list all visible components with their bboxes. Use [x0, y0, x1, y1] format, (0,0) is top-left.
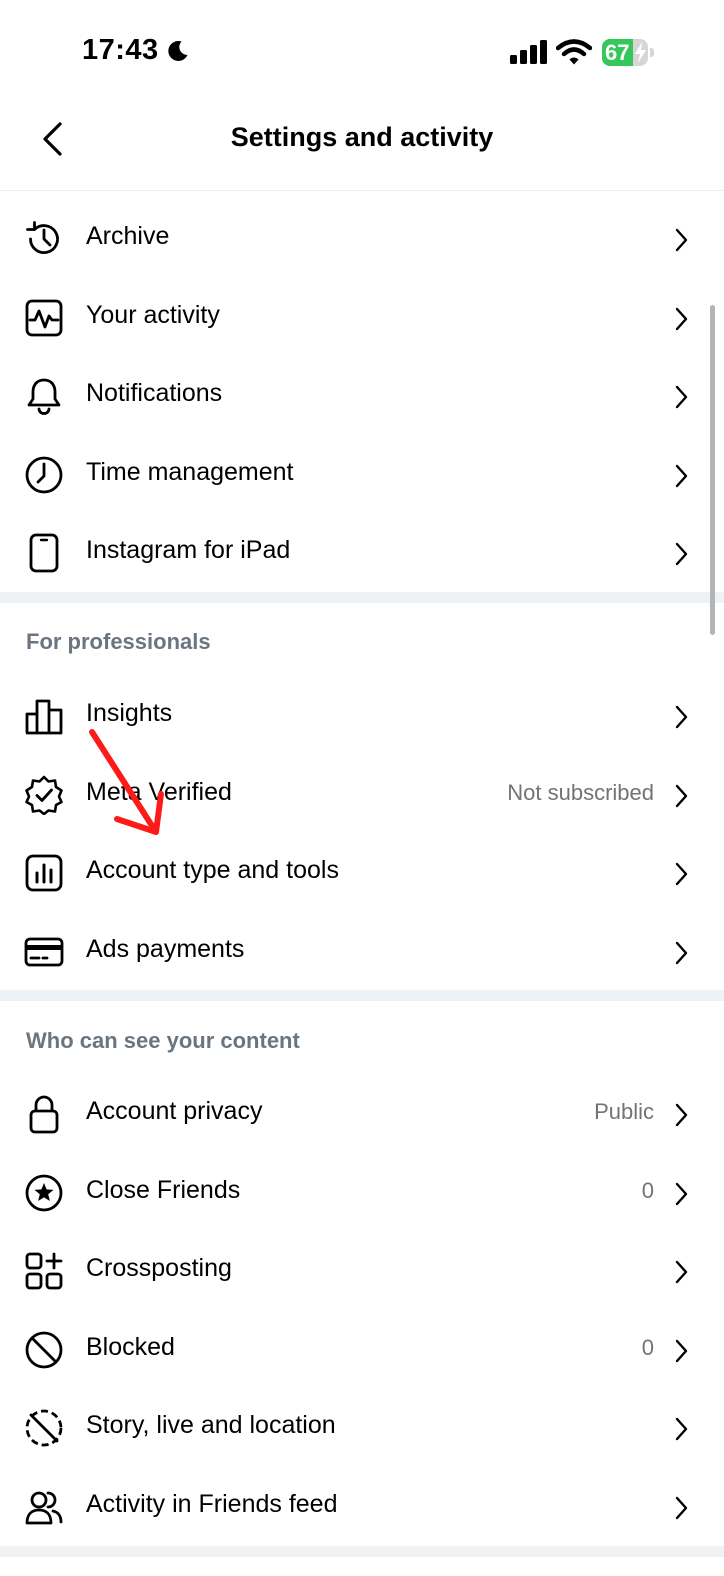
- bell-icon: [27, 378, 61, 416]
- chevron-right-icon: [675, 543, 688, 566]
- cellular-signal-icon: [510, 40, 547, 64]
- section-separator: [0, 990, 724, 1001]
- charging-bolt-icon: [635, 42, 646, 63]
- row-value: Public: [594, 1099, 654, 1124]
- your-activity-row[interactable]: Your activity: [0, 278, 724, 357]
- chevron-right-icon: [675, 228, 688, 252]
- chevron-right-icon: [675, 1260, 688, 1284]
- people-icon: [25, 1491, 63, 1525]
- status-time: 17:43: [82, 34, 159, 66]
- chevron-right-icon: [675, 1182, 688, 1205]
- section-title-content-visibility: Who can see your content: [26, 1028, 300, 1053]
- battery-cap: [650, 48, 654, 57]
- story-off-icon: [25, 1409, 63, 1447]
- blocked-row[interactable]: Blocked 0: [0, 1310, 724, 1389]
- row-label: Archive: [86, 222, 170, 250]
- wifi-icon: [556, 39, 592, 65]
- chevron-right-icon: [675, 307, 688, 330]
- professionals-section: Insights Meta Verified Not subscribed Ac…: [0, 676, 724, 990]
- notifications-row[interactable]: Notifications: [0, 356, 724, 435]
- row-label: Your activity: [86, 300, 220, 329]
- chevron-right-icon: [675, 1418, 688, 1441]
- instagram-for-ipad-row[interactable]: Instagram for iPad: [0, 513, 724, 592]
- row-label: Crossposting: [86, 1254, 232, 1283]
- activity-section: Archive Your activity Notifications Time…: [0, 199, 724, 592]
- grid-plus-icon: [25, 1252, 63, 1290]
- status-bar: 17:43 67: [0, 0, 724, 100]
- row-value: Not subscribed: [507, 779, 654, 805]
- time-management-row[interactable]: Time management: [0, 435, 724, 514]
- scrollbar[interactable]: [710, 305, 715, 635]
- account-type-and-tools-row[interactable]: Account type and tools: [0, 833, 724, 912]
- account-privacy-row[interactable]: Account privacy Public: [0, 1074, 724, 1153]
- row-label: Account type and tools: [86, 856, 339, 885]
- battery-percent: 67: [605, 40, 630, 65]
- row-label: Account privacy: [86, 1097, 263, 1125]
- row-label: Ads payments: [86, 934, 245, 963]
- ads-payments-row[interactable]: Ads payments: [0, 912, 724, 991]
- chevron-right-icon: [675, 1496, 688, 1520]
- archive-row[interactable]: Archive: [0, 199, 724, 278]
- row-label: Instagram for iPad: [86, 536, 291, 565]
- tablet-icon: [29, 533, 59, 573]
- clock-icon: [25, 456, 63, 494]
- row-value: 0: [641, 1334, 654, 1360]
- page-title: Settings and activity: [230, 122, 494, 152]
- battery-body: 67: [602, 39, 648, 66]
- row-label: Story, live and location: [86, 1411, 336, 1440]
- activity-in-friends-feed-row[interactable]: Activity in Friends feed: [0, 1467, 724, 1546]
- chevron-right-icon: [675, 385, 688, 409]
- content-visibility-section: Account privacy Public Close Friends 0 C…: [0, 1074, 724, 1546]
- close-friends-row[interactable]: Close Friends 0: [0, 1153, 724, 1232]
- chevron-right-icon: [675, 862, 688, 886]
- row-label: Notifications: [86, 379, 223, 408]
- verified-badge-icon: [25, 775, 63, 815]
- row-label: Close Friends: [86, 1175, 241, 1204]
- chart-box-icon: [25, 854, 63, 892]
- battery-indicator: 67: [602, 39, 654, 66]
- row-value: 0: [641, 1177, 654, 1203]
- credit-card-icon: [24, 937, 64, 967]
- row-label: Insights: [86, 699, 173, 727]
- meta-verified-row[interactable]: Meta Verified Not subscribed: [0, 755, 724, 834]
- bar-chart-icon: [25, 699, 63, 735]
- chevron-right-icon: [675, 784, 688, 807]
- story-live-location-row[interactable]: Story, live and location: [0, 1388, 724, 1467]
- activity-icon: [25, 299, 63, 336]
- insights-row[interactable]: Insights: [0, 676, 724, 755]
- chevron-right-icon: [675, 705, 688, 729]
- moon-icon: [168, 40, 188, 61]
- chevron-right-icon: [675, 1103, 688, 1127]
- section-title-professionals: For professionals: [26, 629, 211, 654]
- blocked-icon: [25, 1331, 63, 1369]
- section-separator: [0, 592, 724, 603]
- crossposting-row[interactable]: Crossposting: [0, 1231, 724, 1310]
- row-label: Activity in Friends feed: [86, 1489, 338, 1518]
- star-circle-icon: [25, 1174, 63, 1211]
- archive-icon: [26, 221, 59, 254]
- chevron-right-icon: [675, 941, 688, 964]
- lock-icon: [29, 1095, 59, 1134]
- row-label: Blocked: [86, 1332, 175, 1361]
- chevron-right-icon: [675, 1339, 688, 1362]
- row-label: Time management: [86, 457, 294, 486]
- section-separator: [0, 1546, 724, 1557]
- chevron-right-icon: [675, 464, 688, 487]
- nav-header: Settings and activity: [0, 100, 724, 191]
- row-label: Meta Verified: [86, 777, 232, 806]
